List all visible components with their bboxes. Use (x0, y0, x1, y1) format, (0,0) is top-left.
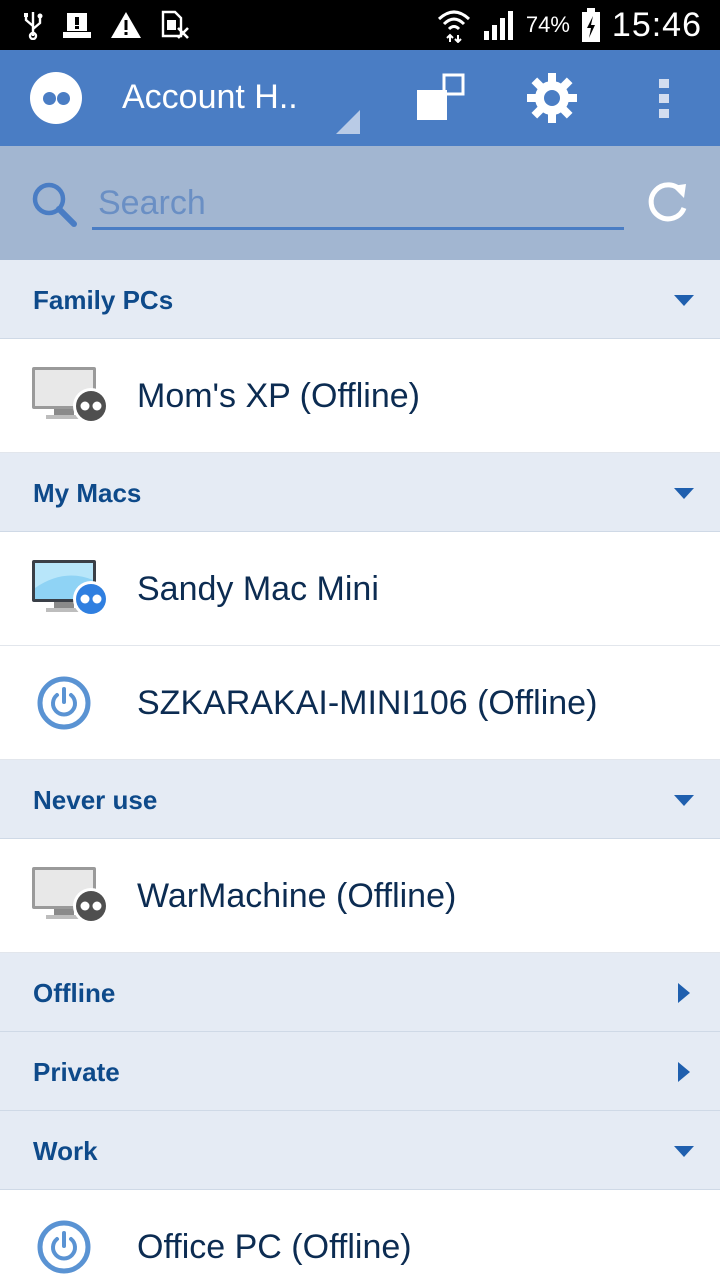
status-bar: 74% 15:46 (0, 0, 720, 50)
wifi-icon (437, 10, 470, 43)
battery-percentage: 74% (525, 12, 570, 37)
resize-icon[interactable] (414, 72, 466, 124)
group-label: Offline (33, 978, 116, 1008)
expanded-arrow-icon[interactable] (674, 1145, 694, 1163)
collapsed-arrow-icon[interactable] (678, 1062, 690, 1087)
account-title[interactable]: Account H.. (122, 78, 298, 117)
device-row[interactable]: SZKARAKAI-MINI106 (Offline) (0, 646, 720, 760)
group-header-offline[interactable]: Offline (0, 953, 720, 1032)
device-name: SZKARAKAI-MINI106 (Offline) (137, 684, 598, 722)
usb-icon (24, 12, 43, 40)
computer-online-icon (30, 558, 112, 625)
group-header-family-pcs[interactable]: Family PCs (0, 260, 720, 339)
device-row[interactable]: Mom's XP (Offline) (0, 339, 720, 453)
expanded-arrow-icon[interactable] (674, 294, 694, 312)
status-bar-right: 74% 15:46 (436, 0, 702, 50)
logo-icon[interactable] (30, 72, 82, 124)
settings-gear-icon[interactable] (526, 72, 578, 124)
sim-off-icon (161, 10, 189, 39)
group-header-my-macs[interactable]: My Macs (0, 453, 720, 532)
battery-icon (581, 8, 600, 42)
computer-offline-icon (30, 865, 112, 932)
device-name: WarMachine (Offline) (137, 877, 457, 915)
expanded-arrow-icon[interactable] (674, 487, 694, 505)
group-label: Family PCs (33, 285, 174, 315)
device-row[interactable]: Sandy Mac Mini (0, 532, 720, 646)
computer-offline-icon (30, 365, 112, 432)
power-icon (30, 672, 98, 739)
device-row[interactable]: Office PC (Offline) (0, 1190, 720, 1280)
warning-icon (111, 12, 141, 38)
group-header-never-use[interactable]: Never use (0, 760, 720, 839)
device-name: Office PC (Offline) (137, 1228, 412, 1266)
power-icon (30, 1216, 98, 1280)
group-label: Work (33, 1136, 98, 1166)
search-icon[interactable] (30, 180, 78, 228)
clock: 15:46 (611, 5, 702, 44)
group-label: Never use (33, 785, 158, 815)
group-label: My Macs (33, 478, 142, 508)
refresh-icon[interactable] (644, 178, 692, 226)
device-name: Sandy Mac Mini (137, 570, 379, 608)
search-input[interactable] (92, 180, 624, 230)
device-name: Mom's XP (Offline) (137, 377, 420, 415)
status-bar-left (22, 0, 190, 50)
collapsed-arrow-icon[interactable] (678, 983, 690, 1008)
account-dropdown-caret-icon[interactable] (336, 110, 360, 134)
device-list: Family PCs Mom's XP (Offline) My Macs Sandy… (0, 260, 720, 1280)
overflow-menu-icon[interactable] (638, 72, 690, 124)
expanded-arrow-icon[interactable] (674, 794, 694, 812)
group-header-work[interactable]: Work (0, 1111, 720, 1190)
app-bar: Account H.. (0, 50, 720, 146)
search-bar (0, 146, 720, 260)
storage-icon (63, 13, 91, 38)
device-row[interactable]: WarMachine (Offline) (0, 839, 720, 953)
group-label: Private (33, 1057, 120, 1087)
signal-icon (483, 11, 513, 40)
group-header-private[interactable]: Private (0, 1032, 720, 1111)
